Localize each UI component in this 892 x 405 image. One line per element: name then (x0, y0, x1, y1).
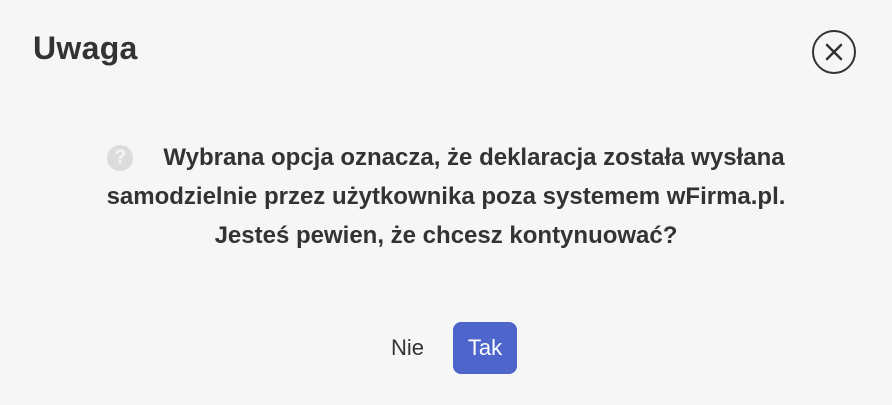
confirm-dialog: Uwaga ? Wybrana opcja oznacza, że deklara… (0, 0, 892, 405)
yes-button[interactable]: Tak (453, 322, 517, 374)
message-line-1: ? Wybrana opcja oznacza, że deklaracja zo… (40, 138, 852, 177)
no-button[interactable]: Nie (381, 322, 434, 374)
dialog-actions: Nie Tak (0, 322, 892, 374)
question-icon: ? (107, 145, 134, 171)
close-button[interactable] (812, 30, 856, 74)
message-text-1: Wybrana opcja oznacza, że deklaracja zos… (163, 144, 785, 171)
dialog-title: Uwaga (33, 30, 138, 66)
dialog-message: ? Wybrana opcja oznacza, że deklaracja zo… (40, 138, 852, 255)
close-icon (825, 43, 843, 61)
message-line-2: samodzielnie przez użytkownika poza syst… (106, 183, 786, 210)
message-line-3: Jesteś pewien, że chcesz kontynuować? (214, 222, 678, 249)
